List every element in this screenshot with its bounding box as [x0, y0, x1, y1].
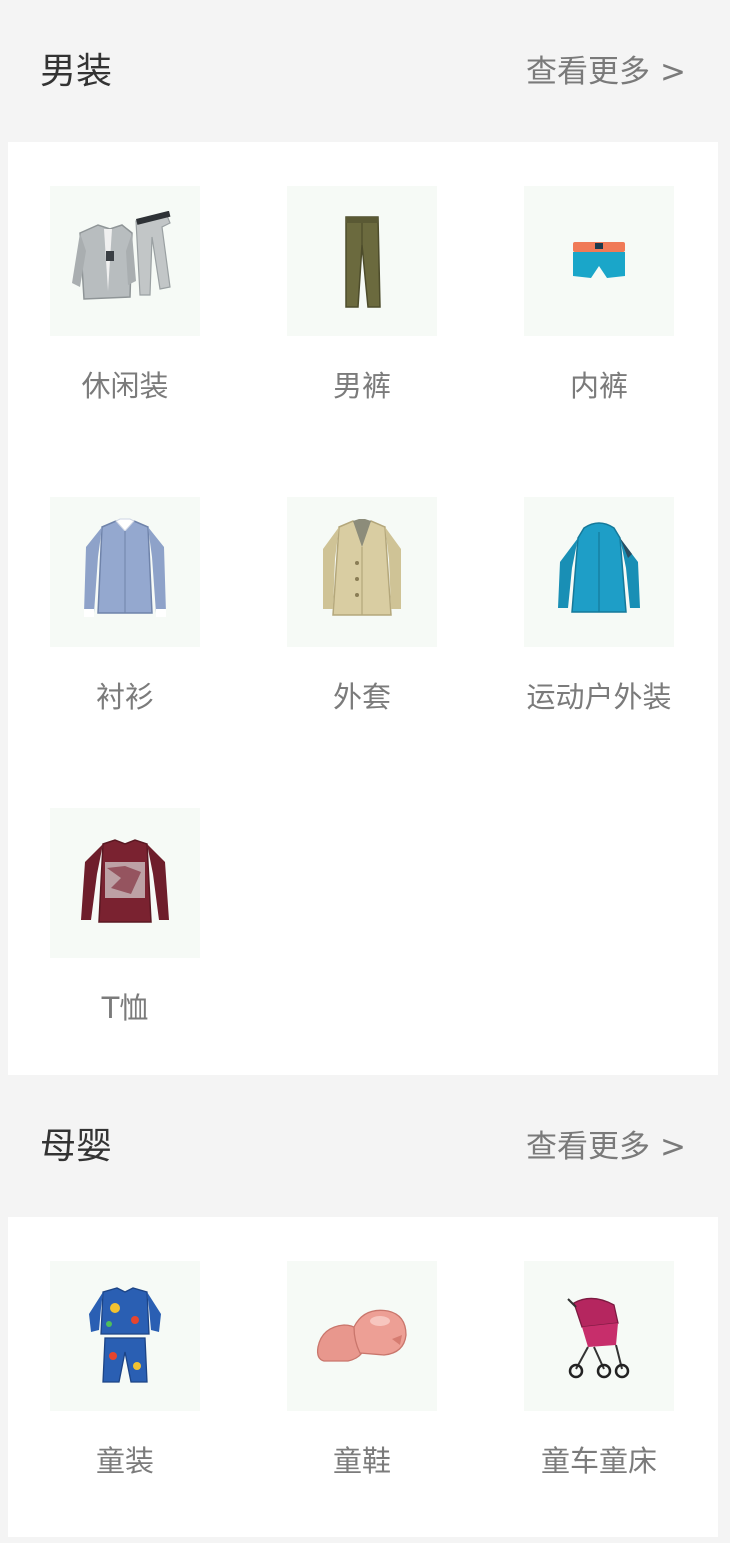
category-item-label: 外套: [332, 680, 391, 714]
section-title: 男装: [40, 51, 113, 92]
section-header-menswear: 男装 查看更多 >: [0, 0, 730, 142]
category-item-label: 衬衫: [95, 680, 154, 714]
view-more-label: 查看更多: [526, 54, 651, 90]
underwear-icon: [524, 186, 674, 336]
category-item-casual-wear[interactable]: 休闲装: [30, 142, 220, 422]
category-item-kids-shoes[interactable]: 童鞋: [267, 1217, 457, 1497]
view-more-link[interactable]: 查看更多 >: [526, 1127, 686, 1167]
casual-wear-icon: [50, 186, 200, 336]
category-item-label: 男裤: [332, 369, 391, 403]
category-item-stroller-crib[interactable]: 童车童床: [504, 1217, 694, 1497]
category-item-label: 童鞋: [332, 1444, 391, 1478]
category-page: 男装 查看更多 > 休闲装 男裤 内裤 衬衫 外套 运动户外装 T恤 母婴 查看…: [0, 0, 730, 1543]
view-more-link[interactable]: 查看更多 >: [526, 52, 686, 92]
category-item-outdoor-wear[interactable]: 运动户外装: [504, 453, 694, 733]
category-item-kids-clothes[interactable]: 童装: [30, 1217, 220, 1497]
shirt-icon: [50, 497, 200, 647]
chevron-right-icon: >: [660, 54, 686, 90]
category-item-tshirt[interactable]: T恤: [30, 764, 220, 1044]
category-item-shirt[interactable]: 衬衫: [30, 453, 220, 733]
category-item-label: 内裤: [569, 369, 628, 403]
category-item-label: 休闲装: [81, 369, 169, 403]
kids-clothes-icon: [50, 1261, 200, 1411]
category-item-label: 童装: [95, 1444, 154, 1478]
kids-shoes-icon: [287, 1261, 437, 1411]
category-item-label: 运动户外装: [526, 680, 672, 714]
category-item-label: 童车童床: [540, 1444, 657, 1478]
section-title: 母婴: [40, 1126, 113, 1167]
category-grid-menswear: 休闲装 男裤 内裤 衬衫 外套 运动户外装 T恤: [8, 142, 718, 1075]
category-grid-mother-baby: 童装 童鞋 童车童床: [8, 1217, 718, 1537]
chevron-right-icon: >: [660, 1129, 686, 1165]
view-more-label: 查看更多: [526, 1129, 651, 1165]
outdoor-jacket-icon: [524, 497, 674, 647]
section-header-mother-baby: 母婴 查看更多 >: [0, 1075, 730, 1217]
category-item-pants[interactable]: 男裤: [267, 142, 457, 422]
coat-icon: [287, 497, 437, 647]
pants-icon: [287, 186, 437, 336]
stroller-icon: [524, 1261, 674, 1411]
category-item-underwear[interactable]: 内裤: [504, 142, 694, 422]
category-item-coat[interactable]: 外套: [267, 453, 457, 733]
tshirt-icon: [50, 808, 200, 958]
category-item-label: T恤: [101, 991, 149, 1025]
